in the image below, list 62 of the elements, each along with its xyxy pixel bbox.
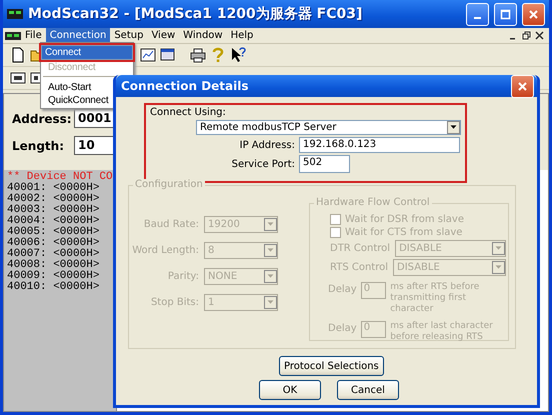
close-button[interactable] xyxy=(511,74,534,98)
restore-icon[interactable] xyxy=(522,31,531,40)
connect-using-label: Connect Using: xyxy=(150,107,227,118)
setting-label: Word Length: xyxy=(131,245,199,256)
close-icon xyxy=(527,8,540,20)
status-message: ** Device NOT CO xyxy=(7,172,113,183)
minimize-button[interactable] xyxy=(466,2,489,26)
length-field[interactable]: 10 xyxy=(74,136,114,155)
menu-bar-item[interactable]: View xyxy=(147,28,180,43)
control-label: RTS Control xyxy=(330,262,388,273)
delay-label: Delay xyxy=(328,323,357,334)
menu-bar-item[interactable]: File xyxy=(21,28,46,43)
app-icon xyxy=(7,9,23,19)
close-icon xyxy=(516,80,529,92)
address-label: Address: xyxy=(12,112,73,126)
minimize-icon xyxy=(474,17,481,19)
context-help-icon[interactable] xyxy=(229,46,247,64)
group-title: Hardware Flow Control xyxy=(314,197,432,208)
maximize-icon xyxy=(499,8,512,20)
menu-bar-item[interactable]: Help xyxy=(226,28,258,43)
delay-label: Delay xyxy=(328,284,357,295)
printer-icon[interactable] xyxy=(189,46,207,64)
connection-dropdown[interactable]: Remote modbusTCP Server xyxy=(196,120,461,135)
setting-label: Parity: xyxy=(166,271,199,282)
register-value: 40006: <0000H> xyxy=(7,238,100,249)
checkbox-label: Wait for CTS from slave xyxy=(345,227,462,238)
address-field[interactable]: 0001 xyxy=(74,109,114,128)
ip-address-field[interactable]: 192.168.0.123 xyxy=(299,137,460,153)
menu-item[interactable]: Connect xyxy=(41,45,133,60)
control-label: DTR Control xyxy=(330,243,390,254)
checkbox-label: Wait for DSR from slave xyxy=(345,214,464,225)
ip-address-label: IP Address: xyxy=(238,140,295,150)
register-value: 40010: <0000H> xyxy=(7,282,100,293)
dialog-title: Connection Details xyxy=(121,79,249,93)
dialog-button[interactable]: OK xyxy=(259,380,321,400)
document-window-icon[interactable] xyxy=(5,32,21,40)
register-value: 40001: <0000H> xyxy=(7,183,100,194)
service-port-field[interactable]: 502 xyxy=(299,155,350,173)
register-value: 40005: <0000H> xyxy=(7,227,100,238)
close-button[interactable] xyxy=(522,2,545,26)
register-value: 40009: <0000H> xyxy=(7,271,100,282)
register-value: 40002: <0000H> xyxy=(7,194,100,205)
setting-label: Baud Rate: xyxy=(142,219,199,230)
menu-bar-item[interactable]: Window xyxy=(179,28,227,43)
chart-window-icon[interactable] xyxy=(139,46,157,64)
window-title: ModScan32 - [ModSca1 1200为服务器 FC03] xyxy=(28,5,364,23)
delay-description: ms after RTS before transmitting first character xyxy=(390,282,480,315)
setting-label: Stop Bits: xyxy=(150,297,199,308)
length-label: Length: xyxy=(12,138,65,152)
menu-bar-item[interactable]: Connection xyxy=(46,28,110,43)
protocol-selections-button[interactable]: Protocol Selections xyxy=(279,356,384,376)
delay-description: ms after last character before releasing RTS xyxy=(390,321,494,343)
register-value: 40003: <0000H> xyxy=(7,205,100,216)
dialog-button[interactable]: Cancel xyxy=(337,380,399,400)
register-value: 40008: <0000H> xyxy=(7,260,100,271)
group-title: Configuration xyxy=(133,179,205,190)
menu-bar-item[interactable]: Setup xyxy=(110,28,148,43)
maximize-button[interactable] xyxy=(494,2,517,26)
register-value: 40004: <0000H> xyxy=(7,216,100,227)
register-value: 40007: <0000H> xyxy=(7,249,100,260)
service-port-label: Service Port: xyxy=(230,158,295,170)
close-icon[interactable] xyxy=(535,31,544,40)
